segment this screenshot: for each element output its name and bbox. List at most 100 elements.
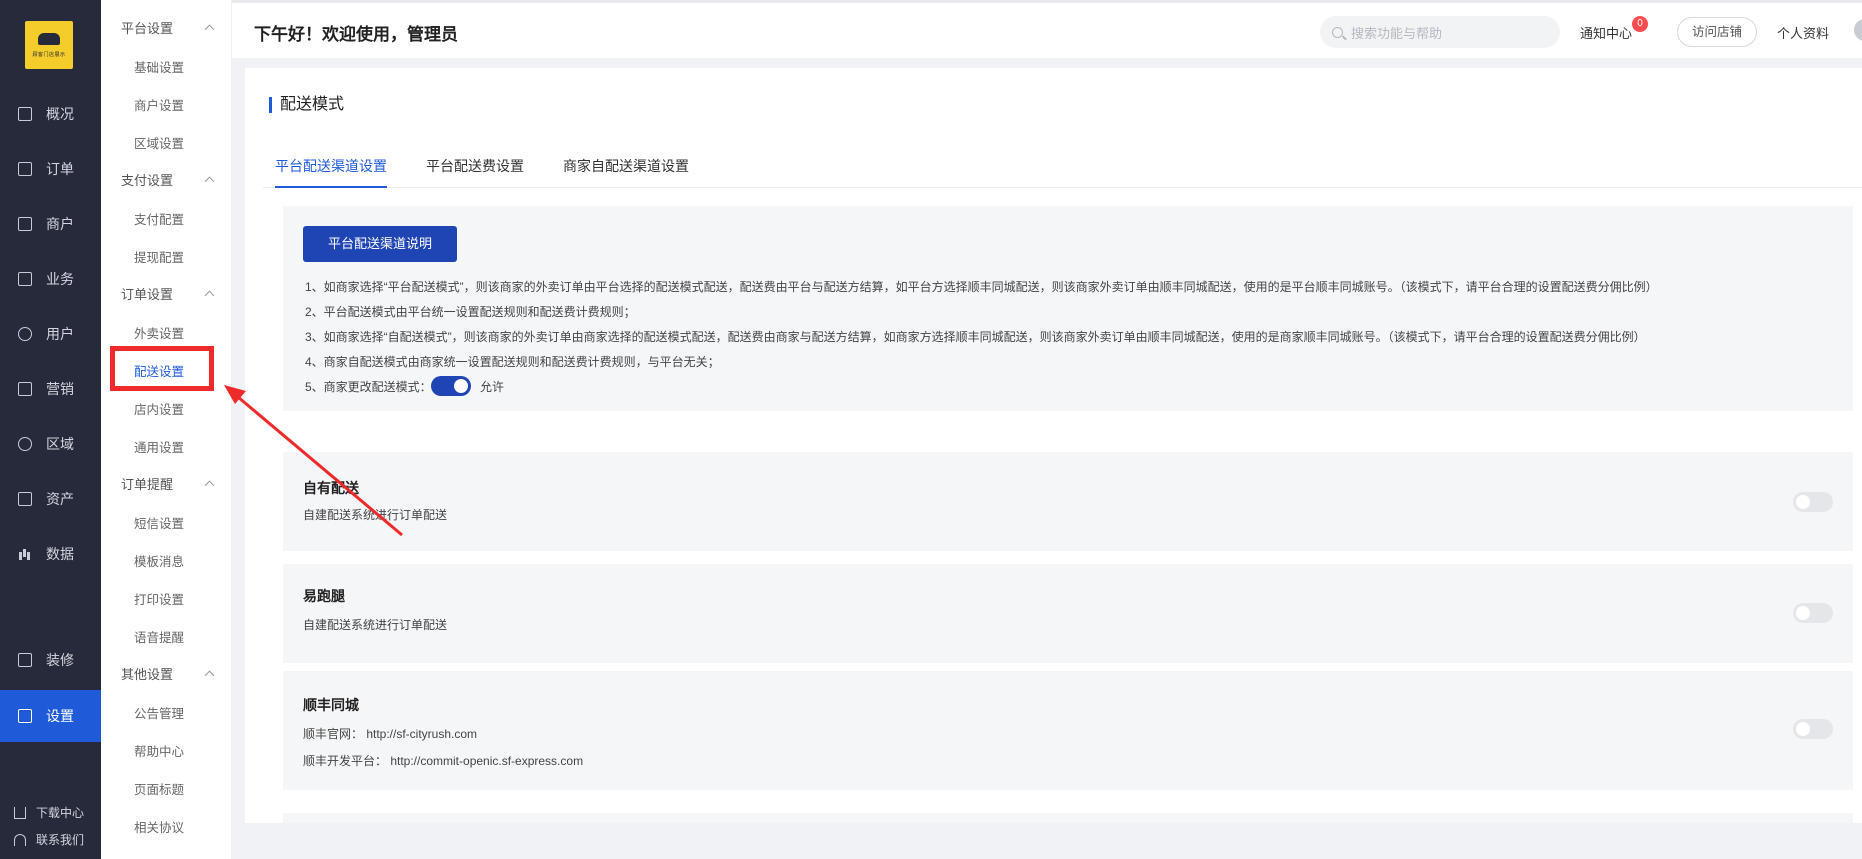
subnav-item[interactable]: 模板消息: [134, 551, 184, 570]
top-header: 下午好！欢迎使用，管理员 搜索功能与帮助 通知中心 0 访问店铺 个人资料: [232, 0, 1862, 58]
channel-toggle-errand[interactable]: [1793, 603, 1833, 623]
info-line: 5、商家更改配送模式：: [305, 380, 432, 394]
subnav-item[interactable]: 基础设置: [134, 57, 184, 76]
channel-name: 顺丰同城: [303, 697, 359, 713]
nav-item-assets[interactable]: 资产: [0, 473, 101, 525]
subnav-item[interactable]: 短信设置: [134, 513, 184, 532]
headset-icon: [14, 833, 26, 846]
contact-label: 联系我们: [36, 833, 85, 847]
tab-platform-channel[interactable]: 平台配送渠道设置: [275, 156, 387, 188]
nav-label: 商户: [46, 216, 74, 232]
tab-platform-fee[interactable]: 平台配送费设置: [426, 156, 524, 188]
settings-subnav: 平台设置 基础设置 商户设置 区域设置 支付设置 支付配置 提现配置 订单设置 …: [101, 0, 232, 859]
download-label: 下载中心: [36, 806, 85, 820]
page-title: 配送模式: [269, 97, 344, 113]
subnav-group-reminder[interactable]: 订单提醒: [121, 474, 221, 493]
group-title: 其他设置: [121, 667, 174, 682]
order-icon: [18, 162, 32, 176]
channel-card-partial: [283, 813, 1853, 823]
subnav-item[interactable]: 相关协议: [134, 817, 184, 836]
subnav-group-platform[interactable]: 平台设置: [121, 18, 221, 37]
group-title: 订单设置: [121, 287, 174, 302]
channel-name: 自有配送: [303, 480, 359, 496]
subnav-item[interactable]: 页面标题: [134, 779, 184, 798]
greeting: 下午好！欢迎使用，管理员: [254, 25, 458, 44]
channel-help-button[interactable]: 平台配送渠道说明: [303, 226, 457, 262]
nav-label: 营销: [46, 381, 74, 397]
channel-name: 易跑腿: [303, 588, 345, 604]
subnav-item[interactable]: 帮助中心: [134, 741, 184, 760]
asset-icon: [18, 492, 32, 506]
channel-toggle-sf[interactable]: [1793, 719, 1833, 739]
subnav-group-other[interactable]: 其他设置: [121, 664, 221, 683]
subnav-item[interactable]: 打印设置: [134, 589, 184, 608]
info-line: 1、如商家选择“平台配送模式”，则该商家的外卖订单由平台选择的配送模式配送，配送…: [305, 280, 1658, 294]
nav-label: 资产: [46, 491, 74, 507]
highlight-box: [110, 346, 214, 391]
subnav-item[interactable]: 语音提醒: [134, 627, 184, 646]
merchant-icon: [18, 217, 32, 231]
chevron-up-icon: [204, 290, 215, 301]
channel-toggle-own[interactable]: [1793, 492, 1833, 512]
nav-label: 用户: [46, 326, 74, 342]
contact-us-link[interactable]: 联系我们: [0, 831, 101, 848]
subnav-group-payment[interactable]: 支付设置: [121, 170, 221, 189]
channel-desc: 自建配送系统进行订单配送: [303, 508, 448, 522]
info-line: 3、如商家选择“自配送模式”，则该商家的外卖订单由商家选择的配送模式配送，配送费…: [305, 330, 1646, 344]
tab-bar: 平台配送渠道设置 平台配送费设置 商家自配送渠道设置: [263, 156, 1862, 188]
search-input[interactable]: 搜索功能与帮助: [1320, 16, 1560, 48]
subnav-item[interactable]: 外卖设置: [134, 323, 184, 342]
channel-desc: 顺丰开发平台： http://commit-openic.sf-express.…: [303, 754, 584, 768]
chevron-up-icon: [204, 670, 215, 681]
subnav-item[interactable]: 区域设置: [134, 133, 184, 152]
notification-center-link[interactable]: 通知中心: [1580, 23, 1632, 42]
visit-store-button[interactable]: 访问店铺: [1677, 17, 1757, 47]
channel-card-errand: 易跑腿 自建配送系统进行订单配送: [283, 564, 1853, 663]
chart-icon: [18, 547, 32, 561]
nav-label: 订单: [46, 161, 74, 177]
tab-merchant-channel[interactable]: 商家自配送渠道设置: [563, 156, 689, 188]
download-center-link[interactable]: 下载中心: [0, 804, 101, 821]
nav-item-business[interactable]: 业务: [0, 253, 101, 305]
subnav-item[interactable]: 通用设置: [134, 437, 184, 456]
allow-change-toggle[interactable]: [431, 376, 471, 396]
nav-label: 区域: [46, 436, 74, 452]
nav-item-users[interactable]: 用户: [0, 308, 101, 360]
nav-item-region[interactable]: 区域: [0, 418, 101, 470]
subnav-group-order[interactable]: 订单设置: [121, 284, 221, 303]
subnav-item[interactable]: 公告管理: [134, 703, 184, 722]
main-nav: 顾客门店展示 概况 订单 商户 业务 用户 营销 区域 资产 数据 装修 设置 …: [0, 0, 101, 859]
channel-card-sf: 顺丰同城 顺丰官网： http://sf-cityrush.com 顺丰开发平台…: [283, 671, 1853, 790]
nav-label: 设置: [46, 708, 74, 724]
group-title: 订单提醒: [121, 477, 174, 492]
nav-label: 概况: [46, 106, 74, 122]
subnav-item[interactable]: 店内设置: [134, 399, 184, 418]
region-icon: [18, 437, 32, 451]
search-placeholder: 搜索功能与帮助: [1351, 25, 1443, 41]
nav-item-data[interactable]: 数据: [0, 528, 101, 580]
group-title: 支付设置: [121, 173, 174, 188]
logo-mark-icon: [38, 32, 60, 45]
chevron-up-icon: [204, 176, 215, 187]
nav-item-marketing[interactable]: 营销: [0, 363, 101, 415]
decorate-icon: [18, 653, 32, 667]
info-panel: 平台配送渠道说明 1、如商家选择“平台配送模式”，则该商家的外卖订单由平台选择的…: [283, 206, 1853, 411]
avatar[interactable]: [1854, 19, 1862, 41]
group-title: 平台设置: [121, 21, 174, 36]
user-icon: [18, 327, 32, 341]
subnav-item[interactable]: 商户设置: [134, 95, 184, 114]
notification-badge: 0: [1632, 16, 1648, 32]
marketing-icon: [18, 382, 32, 396]
nav-item-merchants[interactable]: 商户: [0, 198, 101, 250]
profile-link[interactable]: 个人资料: [1777, 23, 1829, 42]
nav-label: 业务: [46, 271, 74, 287]
app-logo[interactable]: 顾客门店展示: [25, 21, 73, 69]
nav-item-settings[interactable]: 设置: [0, 690, 101, 742]
info-line: 2、平台配送模式由平台统一设置配送规则和配送费计费规则；: [305, 305, 636, 319]
subnav-item[interactable]: 支付配置: [134, 209, 184, 228]
nav-item-overview[interactable]: 概况: [0, 88, 101, 140]
subnav-item[interactable]: 提现配置: [134, 247, 184, 266]
nav-item-orders[interactable]: 订单: [0, 143, 101, 195]
nav-item-decorate[interactable]: 装修: [0, 634, 101, 686]
presentation-icon: [18, 107, 32, 121]
